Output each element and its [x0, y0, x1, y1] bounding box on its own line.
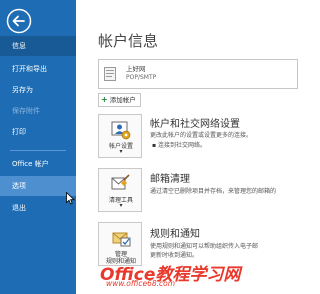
nav-item-open-export[interactable]: 打开和导出 [0, 59, 76, 79]
account-type: POP/SMTP [126, 74, 157, 81]
social-network-link[interactable]: ▪ 连接到社交网络。 [152, 140, 206, 149]
rules-alerts-icon [112, 232, 131, 247]
add-account-label: 添加帐户 [109, 96, 136, 104]
section-desc-account-settings: 更改此帐户的设置或设置更多的连接。 [150, 132, 253, 139]
nav-item-exit[interactable]: 退出 [0, 198, 76, 218]
plus-icon: + [101, 95, 108, 104]
account-settings-button[interactable]: 帐户设置 ▾ [98, 114, 142, 158]
section-title-mailbox-cleanup: 邮箱清理 [150, 174, 190, 185]
nav-item-print[interactable]: 打印 [0, 122, 76, 142]
account-info-panel: 帐户信息 上好网 POP/SMTP + 添加帐户 帐户设置 ▾ 帐户和社交网络设… [76, 0, 300, 294]
nav-item-save-attachments[interactable]: 保存附件 [0, 101, 76, 121]
cleanup-tools-button[interactable]: 清理工具 ▾ [98, 168, 142, 212]
account-selector[interactable]: 上好网 POP/SMTP [98, 59, 298, 89]
mouse-cursor-icon [66, 192, 75, 205]
site-watermark: Office教程学习网 www.office68.com [100, 260, 298, 294]
page-title: 帐户信息 [98, 32, 159, 50]
nav-item-save-as[interactable]: 另存为 [0, 80, 76, 100]
section-title-account-settings: 帐户和社交网络设置 [150, 119, 240, 130]
dropdown-arrow-icon: ▾ [119, 148, 123, 155]
watermark-url: www.office68.com [106, 279, 176, 288]
account-name: 上好网 [126, 65, 146, 73]
backstage-nav: 信息 打开和导出 另存为 保存附件 打印 Office 帐户 选项 退出 [0, 0, 76, 294]
mailbox-cleanup-icon [111, 174, 130, 190]
nav-item-info[interactable]: 信息 [0, 36, 76, 56]
social-network-link-label: 连接到社交网络。 [157, 142, 206, 149]
account-settings-icon [111, 121, 131, 140]
nav-item-options[interactable]: 选项 [0, 176, 76, 196]
back-arrow-icon[interactable] [6, 8, 32, 34]
section-desc-rules-alerts: 使用规则和通知可以帮助组织传入电子邮 [150, 243, 259, 250]
nav-item-office-account[interactable]: Office 帐户 [0, 154, 76, 174]
section-desc-rules-alerts-2: 更新时收到通知。 [150, 252, 199, 259]
dropdown-arrow-icon: ▾ [119, 202, 123, 209]
add-account-button[interactable]: + 添加帐户 [98, 93, 141, 107]
section-desc-mailbox-cleanup: 通过清空已删除项目并存档，来管理您的邮箱的 [150, 188, 277, 195]
section-title-rules-alerts: 规则和通知 [150, 229, 200, 240]
nav-divider [10, 150, 66, 151]
mail-account-icon [104, 67, 116, 81]
